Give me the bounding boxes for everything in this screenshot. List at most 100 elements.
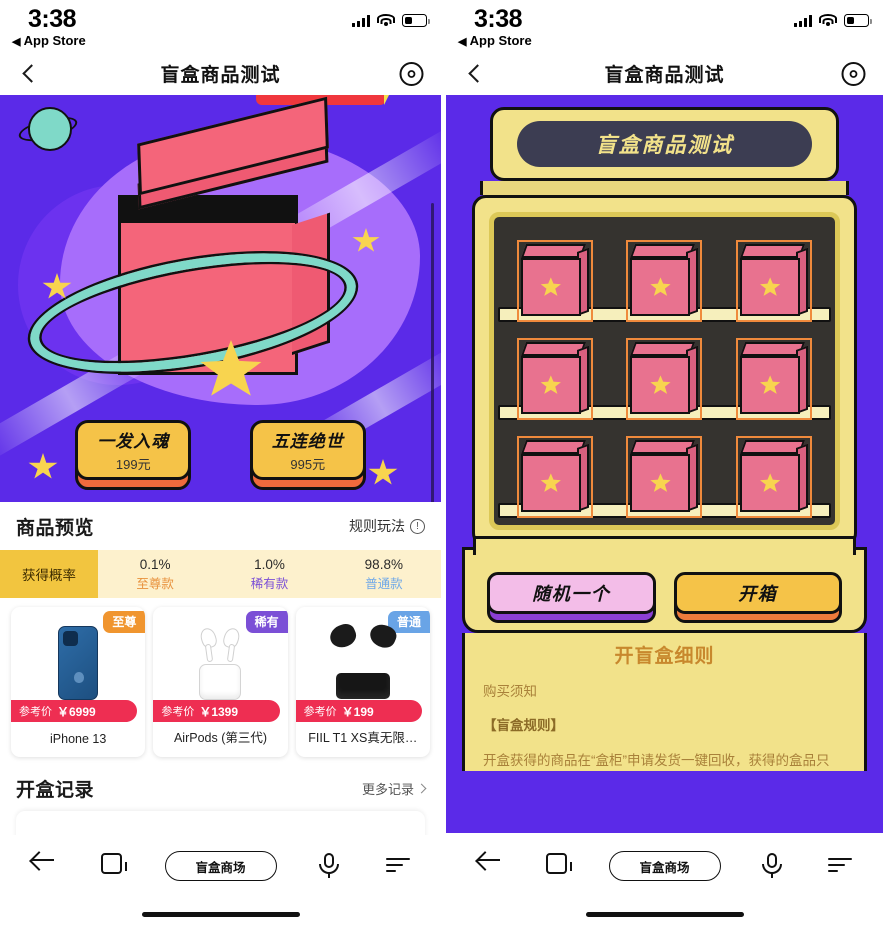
offer-price: 995元 [290,457,326,472]
star-box-icon[interactable] [736,436,813,518]
rules-line: 【盲盒规则】 [483,718,564,734]
machine-window [489,212,840,530]
back-app-label: App Store [23,33,86,48]
shelf-row [498,224,831,322]
rule-link[interactable]: 规则玩法 ! [349,516,425,536]
probability-strip: 获得概率 0.1% 至尊款 1.0% 稀有款 98.8% 普通款 [0,550,441,598]
fiil-earbuds-image [296,619,430,707]
probability-tier: 普通款 [365,576,403,591]
preview-title: 商品预览 [16,517,95,539]
machine-action-buttons: 随机一个 开箱 [487,572,842,623]
screenshot-icon[interactable] [540,846,578,883]
bottom-toolbar-right: 盲盒商场 [446,835,883,936]
right-phone-screen: 3:38 ◀ App Store 盲盒商品测试 盲盒商品测试 随机一个 开箱 开… [441,0,883,936]
vending-machine-section: 盲盒商品测试 随机一个 开箱 开盲盒细则 购买须知 【盲盒规则】 开盒获得的商品… [446,95,883,833]
offer-title: 一发入魂 [97,432,170,451]
battery-icon [402,14,430,27]
machine-sign-text: 盲盒商品测试 [595,134,734,157]
product-card[interactable]: 稀有 参考价 ￥1399 AirPods (第三代) [153,607,288,757]
machine-base: 随机一个 开箱 [462,536,867,633]
star-box-icon[interactable] [626,436,703,518]
offer-buttons: 一发入魂 199元 五连绝世 995元 [0,420,441,490]
microphone-icon[interactable] [312,849,346,883]
price-value: ￥199 [341,704,374,719]
records-header: 开盒记录 更多记录 [0,767,441,809]
product-card[interactable]: 普通 参考价 ￥199 FIIL T1 XS真无限… [295,607,430,757]
machine-sign: 盲盒商品测试 [517,121,812,167]
offer-single-draw[interactable]: 一发入魂 199元 [75,420,192,490]
microphone-icon[interactable] [755,849,789,883]
machine-header: 盲盒商品测试 [490,107,839,181]
machine-body [472,195,857,547]
offer-title: 五连绝世 [271,432,344,451]
price-label: 参考价 [161,706,195,718]
star-box-icon[interactable] [626,338,703,420]
status-time: 3:38 [474,5,523,33]
battery-icon [844,14,872,27]
product-name: FIIL T1 XS真无限… [308,731,418,745]
probability-percent: 0.1% [139,556,171,572]
star-box-icon[interactable] [736,240,813,322]
rules-title: 开盲盒细则 [614,646,715,667]
cellular-signal-icon [794,14,812,27]
compass-icon[interactable] [398,60,425,87]
star-box-icon[interactable] [516,436,593,518]
planet-icon [16,101,80,161]
arrow-left-icon[interactable] [472,849,506,883]
arrow-left-icon[interactable] [26,849,60,883]
probability-label: 获得概率 [0,550,98,598]
nav-bar-right: 盲盒商品测试 [446,52,883,95]
bottom-toolbar-left: 盲盒商场 [0,835,441,936]
rule-label: 规则玩法 [349,518,405,534]
shelf-row [498,322,831,420]
status-indicators [794,14,872,27]
price-value: ￥1399 [199,704,239,719]
offer-five-draw[interactable]: 五连绝世 995元 [249,420,366,490]
mall-pill-button[interactable]: 盲盒商场 [608,851,721,881]
rules-line: 购买须知 [483,684,537,699]
probability-item-common: 98.8% 普通款 [327,550,441,598]
status-back-to-app-store[interactable]: ◀ App Store [12,33,86,48]
records-title: 开盒记录 [16,779,95,801]
nav-bar-left: 盲盒商品测试 [0,52,441,95]
star-box-icon[interactable] [516,338,593,420]
hero-banner: 一发入魂 199元 五连绝世 995元 [0,95,441,502]
probability-percent: 98.8% [364,556,403,572]
price-value: ￥6999 [57,704,96,719]
info-icon: ! [410,518,425,534]
star-box-icon[interactable] [626,240,703,322]
probability-items: 0.1% 至尊款 1.0% 稀有款 98.8% 普通款 [98,550,441,598]
probability-item-supreme: 0.1% 至尊款 [98,550,212,598]
price-tag: 参考价 ￥1399 [153,700,280,722]
product-card[interactable]: 至尊 参考价 ￥6999 iPhone 13 [11,607,146,757]
cellular-signal-icon [352,14,370,27]
status-back-to-app-store[interactable]: ◀ App Store [458,33,532,48]
star-box-icon[interactable] [516,240,593,322]
rules-section: 开盲盒细则 购买须知 【盲盒规则】 开盒获得的商品在“盒柜”申请发货一键回收，获… [462,633,867,771]
mall-pill-button[interactable]: 盲盒商场 [164,851,277,881]
pill-label: 盲盒商场 [195,860,246,875]
star-box-icon[interactable] [736,338,813,420]
menu-icon[interactable] [381,849,415,883]
status-bar-left: 3:38 ◀ App Store [0,0,441,52]
compass-icon[interactable] [840,60,867,87]
nav-back-button[interactable] [18,63,40,85]
menu-icon[interactable] [823,849,857,883]
price-tag: 参考价 ￥199 [295,700,422,722]
product-card-list: 至尊 参考价 ￥6999 iPhone 13 稀有 参考价 ￥1399 AirP… [0,598,441,767]
wifi-icon [377,14,395,27]
more-records-label: 更多记录 [361,781,414,797]
price-label: 参考价 [19,706,52,718]
offer-price: 199元 [115,457,151,472]
dual-screenshot-container: 3:38 ◀ App Store 盲盒商品测试 一发入魂 199元 五连绝世 9… [0,0,883,936]
more-records-link[interactable]: 更多记录 [361,779,427,798]
status-indicators [352,14,430,27]
airpods-image [153,619,287,707]
screenshot-icon[interactable] [95,846,133,883]
product-name: AirPods (第三代) [173,731,268,745]
open-box-button[interactable]: 开箱 [673,572,842,623]
pill-label: 盲盒商场 [639,860,690,875]
random-one-button[interactable]: 随机一个 [487,572,656,623]
home-indicator [141,912,300,917]
nav-back-button[interactable] [464,63,486,85]
